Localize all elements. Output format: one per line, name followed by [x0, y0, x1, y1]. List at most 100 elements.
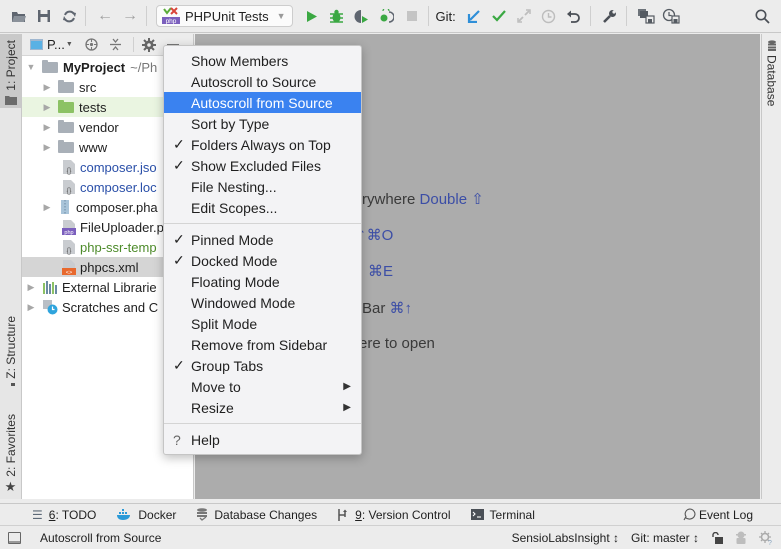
forward-icon[interactable]: → — [119, 5, 141, 27]
menu-item-autoscroll-from-source[interactable]: Autoscroll from Source — [164, 92, 361, 113]
toggle-tool-windows-icon[interactable] — [8, 531, 21, 544]
json-file-icon: {} — [63, 240, 75, 255]
menu-item-file-nesting[interactable]: File Nesting... — [164, 176, 361, 197]
tool-window-terminal-button[interactable]: Terminal — [470, 508, 535, 522]
menu-item-remove-from-sidebar[interactable]: Remove from Sidebar — [164, 334, 361, 355]
collapsed-arrow-icon[interactable]: ▶ — [42, 142, 52, 153]
git-commit-icon[interactable] — [488, 5, 510, 27]
tool-window-todo-button[interactable]: ☰ 6: TODO — [32, 508, 96, 522]
debug-icon[interactable] — [326, 5, 348, 27]
tree-row-label: External Librarie — [62, 279, 157, 295]
save-icon[interactable] — [33, 5, 55, 27]
main-toolbar: ← → php PHPUnit Tests ▼ Git: — [0, 0, 781, 33]
tool-window-database-changes-button[interactable]: Database Changes — [196, 508, 317, 522]
tool-window-structure-button[interactable]: Z: Structure — [0, 316, 21, 386]
tool-window-database-button[interactable]: Database — [762, 40, 781, 106]
locate-file-icon[interactable] — [83, 36, 101, 54]
tree-row-label: vendor — [79, 119, 119, 135]
toolbar-separator — [589, 6, 591, 26]
collapsed-arrow-icon[interactable]: ▶ — [42, 122, 52, 133]
project-view-selector[interactable]: P... ▼ — [30, 37, 73, 52]
menu-item-folders-always-on-top[interactable]: ✓ Folders Always on Top — [164, 134, 361, 155]
coverage-icon[interactable] — [351, 5, 373, 27]
menu-separator — [164, 423, 361, 424]
run-icon[interactable] — [301, 5, 323, 27]
collapsed-arrow-icon[interactable]: ▶ — [26, 302, 36, 313]
tool-window-docker-button[interactable]: Docker — [116, 508, 176, 522]
toolbar-separator — [427, 6, 429, 26]
menu-item-edit-scopes[interactable]: Edit Scopes... — [164, 197, 361, 218]
event-log-label: Event Log — [698, 507, 753, 522]
tool-window-project-button[interactable]: 1: Project — [0, 34, 21, 108]
tool-window-version-control-button[interactable]: 9: Version Control — [337, 507, 451, 522]
project-structure-icon[interactable] — [635, 5, 657, 27]
svg-text:php: php — [166, 18, 177, 25]
expanded-arrow-icon[interactable]: ▼ — [26, 62, 36, 72]
menu-item-label: Resize — [191, 399, 234, 416]
event-log-button[interactable]: Event Log — [683, 508, 753, 522]
back-icon[interactable]: ← — [94, 5, 116, 27]
star-icon: ★ — [4, 478, 17, 494]
hector-inspector-icon[interactable] — [735, 531, 747, 544]
profile-icon[interactable] — [376, 5, 398, 27]
sdk-icon[interactable] — [660, 5, 682, 27]
run-configuration-label: PHPUnit Tests — [185, 8, 269, 24]
open-folder-icon[interactable] — [8, 5, 30, 27]
collapse-all-icon[interactable] — [107, 36, 125, 54]
collapsed-arrow-icon[interactable]: ▶ — [42, 202, 52, 213]
menu-item-group-tabs[interactable]: ✓ Group Tabs — [164, 355, 361, 376]
git-compare-icon[interactable] — [513, 5, 535, 27]
menu-item-floating-mode[interactable]: Floating Mode — [164, 271, 361, 292]
status-message: Autoscroll from Source — [40, 530, 162, 545]
menu-item-resize[interactable]: Resize ▶ — [164, 397, 361, 418]
tool-window-label: Docker — [138, 507, 177, 522]
submenu-arrow-icon: ▶ — [343, 381, 351, 392]
menu-item-split-mode[interactable]: Split Mode — [164, 313, 361, 334]
json-file-icon: {} — [63, 180, 75, 195]
tree-row-label: composer.loc — [80, 179, 157, 195]
checkmark-icon: ✓ — [173, 157, 185, 173]
sensiolabs-insight-widget[interactable]: SensioLabsInsight ↕ — [512, 531, 619, 545]
collapsed-arrow-icon[interactable]: ▶ — [42, 82, 52, 93]
tool-window-favorites-button[interactable]: 2: Favorites ★ — [0, 414, 21, 494]
menu-item-label: Floating Mode — [191, 273, 280, 290]
git-update-icon[interactable] — [463, 5, 485, 27]
search-icon[interactable] — [751, 5, 773, 27]
hint-text: ere to open — [359, 335, 435, 352]
menu-item-label: Folders Always on Top — [191, 136, 331, 153]
right-tool-stripe: Database — [761, 34, 781, 499]
menu-item-move-to[interactable]: Move to ▶ — [164, 376, 361, 397]
stop-icon[interactable] — [401, 5, 423, 27]
tool-window-database-label: Database — [764, 55, 779, 107]
git-branch-widget[interactable]: Git: master ↕ — [631, 531, 699, 545]
folder-icon — [4, 95, 17, 105]
menu-item-windowed-mode[interactable]: Windowed Mode — [164, 292, 361, 313]
lock-open-icon[interactable] — [711, 531, 723, 544]
git-revert-icon[interactable] — [563, 5, 585, 27]
menu-item-autoscroll-to-source[interactable]: Autoscroll to Source — [164, 71, 361, 92]
menu-item-show-excluded-files[interactable]: ✓ Show Excluded Files — [164, 155, 361, 176]
hint-shortcut: Double ⇧ — [419, 191, 484, 208]
menu-item-help[interactable]: ? Help — [164, 429, 361, 450]
settings-wrench-icon[interactable] — [599, 5, 621, 27]
menu-item-docked-mode[interactable]: ✓ Docked Mode — [164, 250, 361, 271]
terminal-icon — [470, 509, 484, 520]
tree-row-label: tests — [79, 99, 107, 115]
folder-icon — [58, 119, 74, 133]
hint-recent-files: ⌘E — [368, 262, 393, 280]
collapsed-arrow-icon[interactable]: ▶ — [26, 282, 36, 293]
git-history-icon[interactable] — [538, 5, 560, 27]
svg-text:php: php — [64, 230, 73, 235]
project-view-icon — [30, 39, 43, 50]
hint-shortcut: ⌘↑ — [389, 300, 413, 317]
gear-icon[interactable] — [140, 36, 158, 54]
menu-item-show-members[interactable]: Show Members — [164, 50, 361, 71]
menu-item-pinned-mode[interactable]: ✓ Pinned Mode — [164, 229, 361, 250]
tree-row-label: phpcs.xml — [80, 259, 139, 275]
run-configuration-selector[interactable]: php PHPUnit Tests ▼ — [156, 5, 293, 27]
menu-item-sort-by-type[interactable]: Sort by Type — [164, 113, 361, 134]
collapsed-arrow-icon[interactable]: ▶ — [42, 102, 52, 113]
sync-icon[interactable] — [58, 5, 80, 27]
event-settings-icon[interactable]: ? — [759, 530, 773, 545]
tool-window-label: : Version Control — [361, 507, 451, 522]
